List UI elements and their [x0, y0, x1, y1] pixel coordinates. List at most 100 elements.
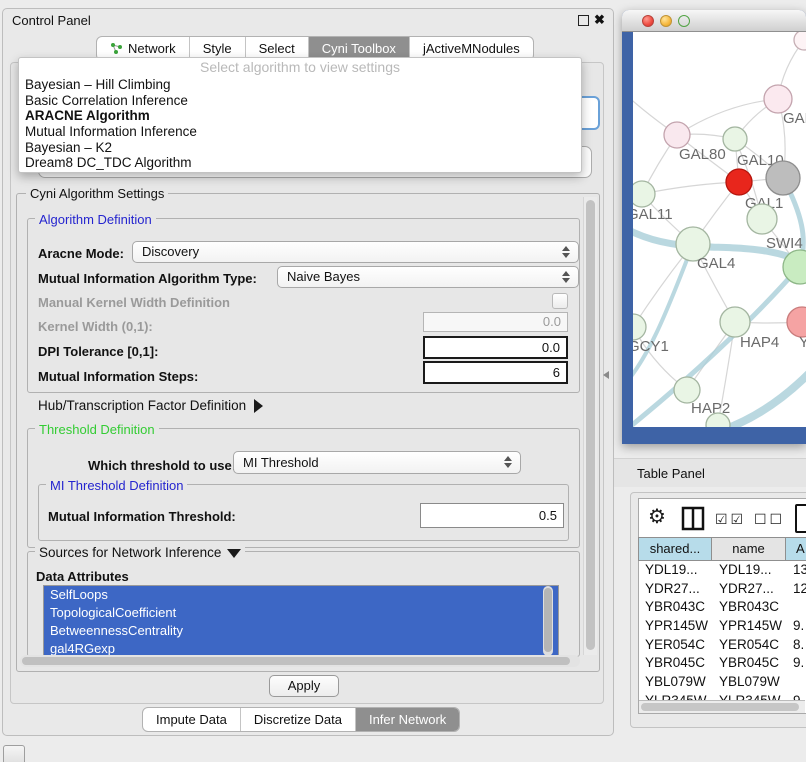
- combo-arrows-icon: [562, 271, 571, 283]
- mi-algorithm-type-label: Mutual Information Algorithm Type:: [38, 271, 257, 286]
- network-node-gcy1[interactable]: [633, 314, 646, 340]
- table-row[interactable]: YDL19...YDL19...13: [638, 561, 806, 580]
- settings-vertical-scrollbar[interactable]: [583, 197, 597, 655]
- list-vertical-scrollbar[interactable]: [543, 586, 553, 656]
- network-edge[interactable]: [633, 244, 693, 388]
- aracne-mode-label: Aracne Mode:: [38, 246, 124, 261]
- kernel-width-input[interactable]: 0.0: [423, 312, 568, 332]
- algorithm-option[interactable]: Mutual Information Inference: [19, 124, 581, 140]
- mi-steps-input[interactable]: 6: [423, 361, 568, 384]
- hub-definition-toggle[interactable]: Hub/Transcription Factor Definition: [38, 398, 263, 413]
- network-canvas-wrap: GALGAL80GAL10GAL1GAL11SWI4GAL4GCY1HAP4YH…: [633, 32, 806, 427]
- table-panel-title: Table Panel: [637, 466, 705, 481]
- table-header-row: shared... name A: [638, 537, 806, 561]
- manual-kernel-width-checkbox[interactable]: [552, 293, 568, 309]
- algorithm-option[interactable]: Dream8 DC_TDC Algorithm: [19, 155, 581, 171]
- network-node-label: GAL: [783, 110, 806, 127]
- network-node-label: GCY1: [633, 338, 669, 355]
- network-icon: [110, 42, 123, 55]
- algorithm-definition-title: Algorithm Definition: [35, 212, 156, 227]
- zoom-traffic-light-icon[interactable]: [678, 15, 690, 27]
- network-node-gal11[interactable]: [633, 181, 655, 207]
- network-node-gal[interactable]: [764, 85, 792, 113]
- network-node-gal80[interactable]: [664, 122, 690, 148]
- network-canvas[interactable]: GALGAL80GAL10GAL1GAL11SWI4GAL4GCY1HAP4YH…: [633, 32, 806, 427]
- mi-threshold-definition-title: MI Threshold Definition: [46, 478, 187, 493]
- manual-kernel-width-label: Manual Kernel Width Definition: [38, 295, 230, 310]
- dpi-tolerance-input[interactable]: 0.0: [423, 336, 568, 359]
- threshold-definition-title: Threshold Definition: [35, 422, 159, 437]
- minimize-traffic-light-icon[interactable]: [660, 15, 672, 27]
- cyni-bottom-tabs: Impute Data Discretize Data Infer Networ…: [142, 707, 460, 732]
- app-root: Control Panel ✖ Network Style Select Cyn…: [0, 0, 806, 762]
- tab-discretize-data[interactable]: Discretize Data: [241, 708, 356, 731]
- algorithm-option[interactable]: Basic Correlation Inference: [19, 93, 581, 109]
- sources-toggle[interactable]: Sources for Network Inference: [35, 545, 245, 560]
- tab-impute-data[interactable]: Impute Data: [143, 708, 241, 731]
- table-row[interactable]: YPR145WYPR145W9.: [638, 617, 806, 636]
- split-columns-icon[interactable]: [681, 506, 705, 531]
- network-edge[interactable]: [642, 182, 739, 194]
- mi-steps-label: Mutual Information Steps:: [38, 369, 198, 384]
- table-row[interactable]: YLR345WYLR345W9.: [638, 692, 806, 700]
- expand-down-icon: [227, 549, 241, 558]
- close-traffic-light-icon[interactable]: [642, 15, 654, 27]
- close-icon[interactable]: ✖: [594, 12, 605, 28]
- expand-right-icon: [254, 399, 263, 413]
- combo-arrows-icon: [504, 456, 513, 468]
- float-window-icon[interactable]: [578, 15, 589, 26]
- aracne-mode-combo[interactable]: Discovery: [132, 241, 579, 263]
- kernel-width-label: Kernel Width (0,1):: [38, 319, 153, 334]
- grid-mode-icon[interactable]: [3, 745, 25, 762]
- which-threshold-combo[interactable]: MI Threshold: [233, 451, 521, 474]
- algorithm-dropdown-popup: Select algorithm to view settings Bayesi…: [18, 57, 582, 173]
- table-row[interactable]: YBL079WYBL079W: [638, 673, 806, 692]
- network-node[interactable]: [766, 161, 800, 195]
- network-node-gal1[interactable]: [726, 169, 752, 195]
- combo-arrows-icon: [562, 246, 571, 258]
- show-checked-columns-icon[interactable]: ☑☑: [715, 511, 746, 528]
- network-node-hap4[interactable]: [720, 307, 750, 337]
- column-header-name[interactable]: name: [712, 537, 786, 561]
- network-node-label: SWI4: [766, 235, 803, 252]
- algorithm-option[interactable]: Bayesian – K2: [19, 140, 581, 156]
- network-window-titlebar[interactable]: [622, 10, 806, 32]
- table-panel-titlebar: Table Panel: [614, 458, 806, 487]
- network-node-label: Y: [799, 334, 806, 351]
- table-row[interactable]: YER054CYER054C8.: [638, 636, 806, 655]
- mi-threshold-label: Mutual Information Threshold:: [48, 509, 236, 524]
- network-node[interactable]: [794, 32, 806, 50]
- algorithm-option[interactable]: Bayesian – Hill Climbing: [19, 77, 581, 93]
- mi-threshold-input[interactable]: 0.5: [420, 503, 564, 528]
- export-table-icon[interactable]: [795, 504, 806, 533]
- algorithm-option-selected[interactable]: ARACNE Algorithm: [19, 108, 581, 124]
- network-node-swi4[interactable]: [747, 204, 777, 234]
- apply-button[interactable]: Apply: [269, 675, 339, 697]
- network-node-label: GAL80: [679, 146, 726, 163]
- settings-group-title: Cyni Algorithm Settings: [26, 186, 168, 201]
- table-rows: YDL19...YDL19...13 YDR27...YDR27...12 YB…: [638, 561, 806, 700]
- table-row[interactable]: YDR27...YDR27...12: [638, 580, 806, 599]
- network-node-label: HAP4: [740, 334, 779, 351]
- settings-horizontal-scrollbar[interactable]: [20, 655, 580, 667]
- data-attributes-list[interactable]: SelfLoops TopologicalCoefficient Between…: [43, 585, 559, 659]
- gear-icon[interactable]: ⚙: [648, 504, 666, 529]
- column-header-shared-name[interactable]: shared...: [638, 537, 712, 561]
- table-row[interactable]: YBR043CYBR043C: [638, 598, 806, 617]
- algorithm-dropdown-prompt: Select algorithm to view settings: [19, 58, 581, 77]
- hide-columns-icon[interactable]: ☐☐: [754, 511, 785, 528]
- dpi-tolerance-label: DPI Tolerance [0,1]:: [38, 344, 158, 359]
- table-horizontal-scrollbar[interactable]: [639, 700, 805, 713]
- network-node-gal10[interactable]: [723, 127, 747, 151]
- column-header-a[interactable]: A: [786, 537, 806, 561]
- which-threshold-label: Which threshold to use:: [88, 458, 236, 473]
- table-row[interactable]: YBR045CYBR045C9.: [638, 654, 806, 673]
- network-node-label: GAL4: [697, 255, 735, 272]
- list-item[interactable]: TopologicalCoefficient: [44, 604, 558, 622]
- network-node-y[interactable]: [787, 307, 806, 337]
- tab-infer-network[interactable]: Infer Network: [356, 708, 459, 731]
- list-item[interactable]: BetweennessCentrality: [44, 622, 558, 640]
- list-item[interactable]: SelfLoops: [44, 586, 558, 604]
- panel-collapse-arrow-icon[interactable]: [603, 371, 609, 379]
- mi-algorithm-type-combo[interactable]: Naive Bayes: [277, 266, 579, 288]
